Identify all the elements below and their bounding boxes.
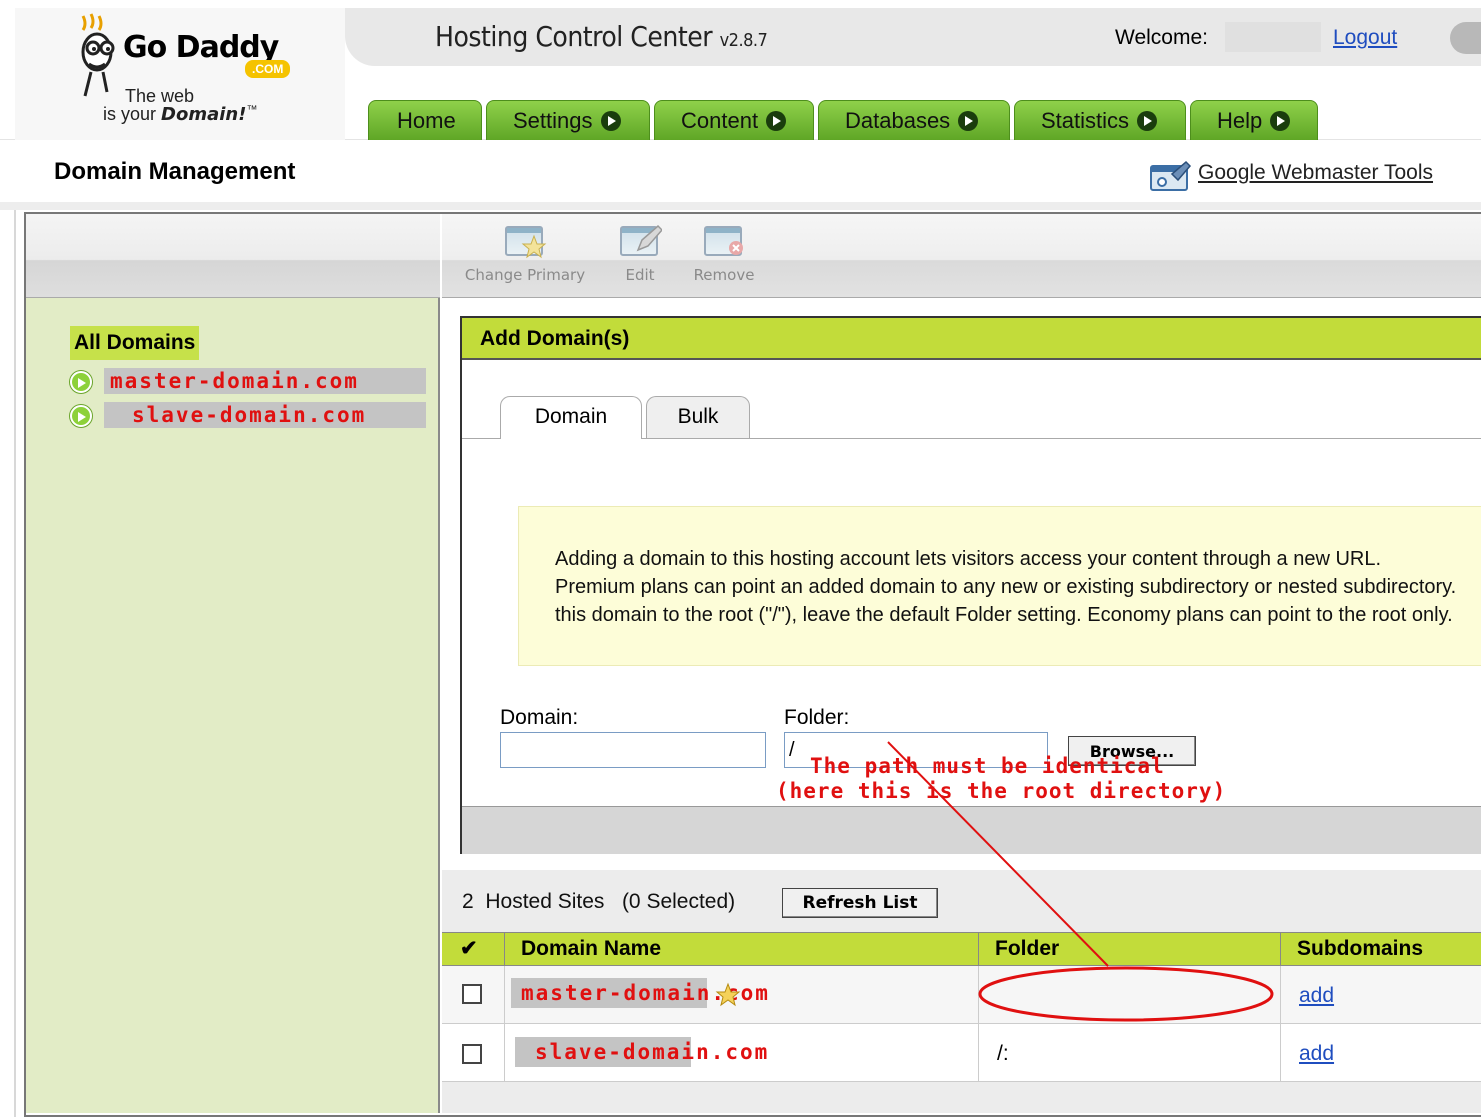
annotation-text-line-1: The path must be identical bbox=[810, 754, 1165, 778]
toolbar: Change Primary Edit Remove bbox=[442, 214, 1481, 298]
folder-field-label: Folder: bbox=[784, 706, 850, 729]
folder-cell bbox=[978, 966, 1280, 1024]
mascot-icon bbox=[81, 13, 115, 97]
sidebar-item-all-domains[interactable]: All Domains bbox=[70, 326, 200, 360]
add-subdomain-link[interactable]: add bbox=[1299, 984, 1334, 1008]
row-domain-name[interactable]: slave-domain.com bbox=[535, 1040, 769, 1064]
add-panel-footer bbox=[462, 806, 1481, 854]
notice-line: Adding a domain to this hosting account … bbox=[555, 548, 1382, 570]
godaddy-logo[interactable]: Go Daddy .COM The web is your Domain!™ bbox=[15, 8, 345, 140]
select-all-checkmark[interactable]: ✔ bbox=[442, 933, 504, 967]
column-header-domain-name[interactable]: Domain Name bbox=[504, 933, 978, 967]
add-subdomain-link[interactable]: add bbox=[1299, 1042, 1334, 1066]
row-checkbox[interactable] bbox=[462, 1044, 482, 1064]
page-edge bbox=[14, 210, 16, 1117]
nav-tab-statistics[interactable]: Statistics bbox=[1014, 100, 1186, 140]
tab-bulk[interactable]: Bulk bbox=[646, 396, 750, 438]
nav-tab-content[interactable]: Content bbox=[654, 100, 814, 140]
domain-cell: master-domain.com bbox=[504, 966, 978, 1024]
title-divider bbox=[0, 202, 1481, 210]
arrow-right-icon bbox=[1270, 111, 1291, 131]
sidebar-domain-label: slave-domain.com bbox=[132, 403, 367, 427]
edit-label: Edit bbox=[625, 266, 655, 284]
page-title: Domain Management bbox=[54, 158, 296, 185]
domain-input[interactable] bbox=[500, 732, 766, 768]
username-redacted bbox=[1225, 22, 1321, 52]
star-window-icon bbox=[503, 222, 547, 260]
table-row[interactable]: slave-domain.com /: add bbox=[442, 1024, 1481, 1082]
domain-cell: slave-domain.com bbox=[504, 1024, 978, 1082]
table-header: ✔ Domain Name Folder Subdomains bbox=[442, 932, 1481, 967]
notice-line: this domain to the root ("/"), leave the… bbox=[555, 604, 1453, 626]
logo-dotcom: .COM bbox=[245, 60, 291, 78]
table-row[interactable]: master-domain.com add bbox=[442, 966, 1481, 1024]
sidebar-domain-label: master-domain.com bbox=[110, 369, 359, 393]
edit-button[interactable]: Edit bbox=[610, 222, 670, 284]
subdomains-cell: add bbox=[1280, 966, 1481, 1024]
notice-line: Premium plans can point an added domain … bbox=[555, 576, 1457, 598]
remove-button[interactable]: Remove bbox=[686, 222, 762, 284]
selected-count: (0 Selected) bbox=[621, 890, 736, 913]
nav-tab-home[interactable]: Home bbox=[368, 100, 482, 140]
go-arrow-icon bbox=[70, 405, 92, 427]
arrow-right-icon bbox=[766, 111, 787, 131]
edit-window-icon bbox=[618, 222, 662, 260]
sidebar-header bbox=[26, 214, 440, 298]
remove-window-icon bbox=[702, 222, 746, 260]
change-primary-label: Change Primary bbox=[464, 266, 586, 284]
app-title: Hosting Control Center v2.8.7 bbox=[435, 20, 768, 53]
subdomains-cell: add bbox=[1280, 1024, 1481, 1082]
nav-tab-help[interactable]: Help bbox=[1190, 100, 1318, 140]
row-checkbox[interactable] bbox=[462, 984, 482, 1004]
webmaster-tools-icon bbox=[1150, 160, 1192, 191]
info-notice: Adding a domain to this hosting account … bbox=[518, 506, 1481, 666]
hosted-sites-list: 2 Hosted Sites (0 Selected) Refresh List… bbox=[442, 870, 1481, 1113]
column-header-folder[interactable]: Folder bbox=[978, 933, 1280, 967]
hosted-summary: 2 Hosted Sites (0 Selected) bbox=[462, 890, 735, 914]
hosted-count: 2 bbox=[462, 890, 474, 913]
go-arrow-icon bbox=[70, 371, 92, 393]
arrow-right-icon bbox=[1137, 111, 1158, 131]
arrow-right-icon bbox=[958, 111, 979, 131]
account-button[interactable] bbox=[1450, 22, 1481, 54]
add-domain-title: Add Domain(s) bbox=[462, 318, 1481, 360]
logo-tagline-2: is your Domain!™ bbox=[103, 104, 258, 125]
remove-label: Remove bbox=[693, 266, 755, 284]
tab-domain[interactable]: Domain bbox=[500, 396, 642, 439]
header: Go Daddy .COM The web is your Domain!™ H… bbox=[0, 0, 1481, 140]
primary-star-icon bbox=[715, 982, 741, 1007]
nav-tab-settings[interactable]: Settings bbox=[486, 100, 650, 140]
top-bar: Hosting Control Center v2.8.7 Welcome: L… bbox=[345, 8, 1481, 66]
logout-link[interactable]: Logout bbox=[1333, 26, 1397, 50]
webmaster-tools-link[interactable]: Google Webmaster Tools bbox=[1198, 161, 1433, 185]
nav-tab-databases[interactable]: Databases bbox=[818, 100, 1010, 140]
app-version: v2.8.7 bbox=[719, 30, 768, 51]
folder-cell: /: bbox=[978, 1024, 1280, 1082]
row-folder: /: bbox=[997, 1042, 1009, 1065]
annotation-text-line-2: (here this is the root directory) bbox=[776, 779, 1227, 803]
change-primary-button[interactable]: Change Primary bbox=[460, 222, 590, 284]
welcome-label: Welcome: bbox=[1115, 26, 1208, 49]
domain-field-label: Domain: bbox=[500, 706, 579, 729]
sidebar: All Domains master-domain.com slave-doma… bbox=[26, 298, 440, 1113]
column-header-subdomains[interactable]: Subdomains bbox=[1280, 933, 1481, 967]
refresh-list-button[interactable]: Refresh List bbox=[782, 888, 938, 918]
arrow-right-icon bbox=[600, 111, 621, 131]
hosted-count-label: Hosted Sites bbox=[485, 890, 605, 913]
